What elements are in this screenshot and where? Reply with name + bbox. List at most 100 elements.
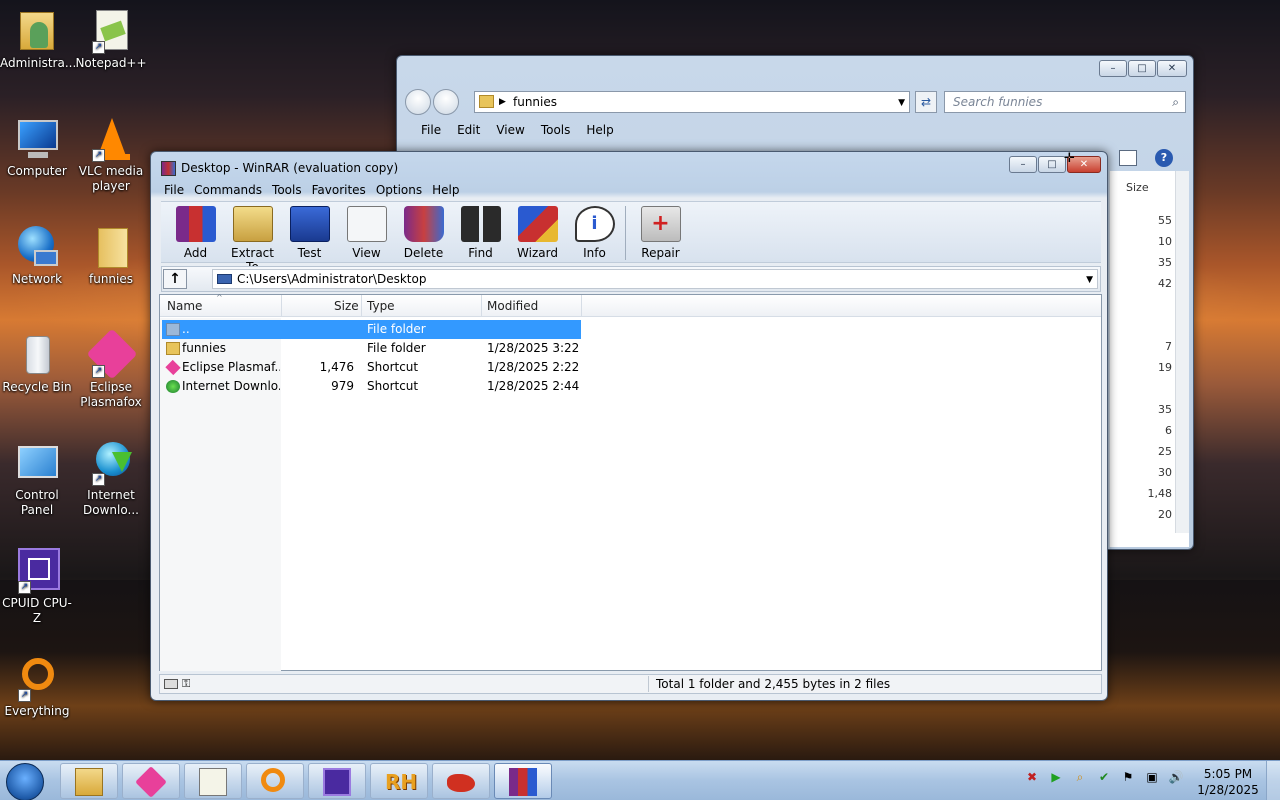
path-field[interactable]: C:\Users\Administrator\Desktop ▼ [212, 269, 1098, 289]
menu-file[interactable]: File [413, 123, 449, 137]
desktop-icon-computer[interactable]: Computer [0, 116, 74, 179]
back-button[interactable] [405, 89, 431, 115]
test-button[interactable]: Test [281, 202, 338, 262]
menu-file[interactable]: File [159, 183, 189, 197]
menu-tools[interactable]: Tools [267, 183, 307, 197]
chevron-down-icon[interactable]: ▼ [898, 93, 905, 113]
forward-button[interactable] [433, 89, 459, 115]
taskbar-item-plasmafox[interactable] [122, 763, 180, 799]
size-cell: 25 [1158, 445, 1172, 458]
explorer-scrollbar[interactable] [1175, 171, 1189, 533]
taskbar-item-search-tool[interactable] [246, 763, 304, 799]
row-name: Eclipse Plasmaf... [182, 360, 280, 374]
find-binoculars-icon [460, 206, 501, 242]
tray-shield-icon[interactable]: ✔ [1096, 769, 1112, 785]
desktop-icon-idm[interactable]: ↗ Internet Downlo... [74, 440, 148, 518]
toolbar-label: Test [297, 246, 322, 260]
info-button[interactable]: i Info [566, 202, 623, 262]
desktop-icon-control-panel[interactable]: Control Panel [0, 440, 74, 518]
maximize-button[interactable]: □ [1038, 156, 1066, 173]
add-button[interactable]: Add [167, 202, 224, 262]
tray-volume-icon[interactable]: 🔊 [1168, 769, 1184, 785]
tray-search-icon[interactable]: ⌕ [1072, 769, 1088, 785]
taskbar-item-explorer[interactable] [60, 763, 118, 799]
desktop-icon-vlc[interactable]: ↗ VLC media player [74, 116, 148, 194]
desktop-icon-label: Administra... [0, 56, 77, 70]
list-item[interactable]: Eclipse Plasmaf... 1,476 Shortcut 1/28/2… [162, 358, 581, 377]
menu-help[interactable]: Help [578, 123, 621, 137]
tray-close-app-icon[interactable]: ✖ [1024, 769, 1040, 785]
taskbar-item-cpuz[interactable] [308, 763, 366, 799]
view-button[interactable]: View [338, 202, 395, 262]
menu-tools[interactable]: Tools [533, 123, 579, 137]
help-icon[interactable]: ? [1155, 149, 1173, 167]
repair-button[interactable]: + Repair [632, 202, 689, 262]
taskbar-item-notepadpp[interactable] [184, 763, 242, 799]
desktop-icon-notepadpp[interactable]: ↗ Notepad++ [74, 8, 148, 71]
winrar-window[interactable]: Desktop - WinRAR (evaluation copy) – □ ✕… [150, 151, 1108, 701]
menu-edit[interactable]: Edit [449, 123, 488, 137]
winrar-menubar: File Commands Tools Favorites Options He… [159, 183, 464, 197]
idm-icon: ↗ [88, 440, 134, 486]
explorer-search-input[interactable]: Search funnies ⌕ [944, 91, 1186, 113]
desktop-icon-cpuz[interactable]: ↗ CPUID CPU-Z [0, 548, 74, 626]
tray-flag-icon[interactable]: ⚑ [1120, 769, 1136, 785]
explorer-address-bar[interactable]: ▶ funnies ▼ [474, 91, 910, 113]
menu-help[interactable]: Help [427, 183, 464, 197]
column-divider[interactable] [481, 295, 482, 317]
menu-commands[interactable]: Commands [189, 183, 267, 197]
column-divider[interactable] [581, 295, 582, 317]
size-cell: 10 [1158, 235, 1172, 248]
up-folder-button[interactable]: ↑ [163, 269, 187, 289]
show-desktop-button[interactable] [1266, 761, 1280, 800]
column-header-name[interactable]: Name [167, 299, 202, 313]
maximize-button[interactable]: □ [1128, 60, 1156, 77]
refresh-icon[interactable]: ⇄ [915, 91, 937, 113]
key-icon[interactable]: ⚿ [182, 675, 190, 693]
taskbar-item-app[interactable] [432, 763, 490, 799]
list-item[interactable]: funnies File folder 1/28/2025 3:22 ... [162, 339, 581, 358]
close-button[interactable]: ✕ [1157, 60, 1187, 77]
column-header-type[interactable]: Type [367, 299, 395, 313]
drive-icon [217, 274, 232, 284]
desktop-icon-funnies[interactable]: funnies [74, 224, 148, 287]
column-header-modified[interactable]: Modified [487, 299, 538, 313]
desktop-icon-label: Network [11, 272, 63, 286]
menu-options[interactable]: Options [371, 183, 427, 197]
delete-button[interactable]: Delete [395, 202, 452, 262]
preview-pane-icon[interactable] [1119, 150, 1137, 166]
desktop-icon-plasmafox[interactable]: ↗ Eclipse Plasmafox [74, 328, 148, 410]
column-header-size[interactable]: Size [334, 299, 359, 313]
drive-status-icon[interactable] [164, 679, 178, 689]
desktop-icon-administrator[interactable]: Administra... [0, 8, 77, 71]
tray-play-icon[interactable]: ▶ [1048, 769, 1064, 785]
desktop-icon-everything[interactable]: ↗ Everything [0, 656, 74, 719]
taskbar-item-winrar[interactable] [494, 763, 552, 799]
chevron-down-icon[interactable]: ▼ [1086, 271, 1093, 289]
taskbar-clock[interactable]: 5:05 PM 1/28/2025 [1184, 766, 1272, 798]
start-button[interactable] [6, 763, 44, 800]
column-divider[interactable] [281, 295, 282, 317]
menu-favorites[interactable]: Favorites [307, 183, 371, 197]
taskbar-item-rh[interactable]: RH [370, 763, 428, 799]
size-cell: 19 [1158, 361, 1172, 374]
desktop-icon-network[interactable]: Network [0, 224, 74, 287]
menu-view[interactable]: View [488, 123, 532, 137]
wizard-button[interactable]: Wizard [509, 202, 566, 262]
minimize-button[interactable]: – [1009, 156, 1037, 173]
minimize-button[interactable]: – [1099, 60, 1127, 77]
list-item[interactable]: .. File folder [162, 320, 581, 339]
size-column-header[interactable]: Size [1126, 181, 1149, 194]
find-button[interactable]: Find [452, 202, 509, 262]
tray-network-icon[interactable]: ▣ [1144, 769, 1160, 785]
extract-to-button[interactable]: Extract To [224, 202, 281, 274]
list-item[interactable]: Internet Downlo... 979 Shortcut 1/28/202… [162, 377, 581, 396]
desktop-icon-recycle-bin[interactable]: Recycle Bin [0, 332, 74, 395]
toolbar-label: Repair [641, 246, 680, 260]
mouse-cursor-icon: ✛ [1064, 151, 1075, 166]
size-cell: 42 [1158, 277, 1172, 290]
rh-icon: RH [385, 770, 418, 794]
column-divider[interactable] [361, 295, 362, 317]
toolbar-label: Add [183, 246, 208, 260]
toolbar-label: View [352, 246, 381, 260]
